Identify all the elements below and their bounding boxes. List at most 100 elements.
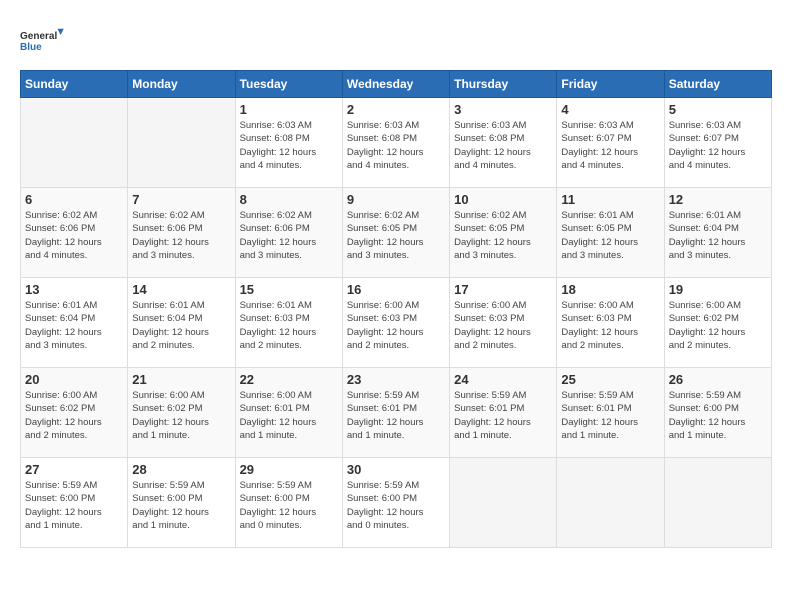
day-number: 14 (132, 282, 230, 297)
logo: GeneralBlue (20, 20, 70, 60)
day-info: Sunrise: 6:01 AM Sunset: 6:04 PM Dayligh… (25, 299, 123, 352)
day-number: 7 (132, 192, 230, 207)
day-header-monday: Monday (128, 71, 235, 98)
day-number: 15 (240, 282, 338, 297)
day-number: 28 (132, 462, 230, 477)
day-number: 10 (454, 192, 552, 207)
day-number: 26 (669, 372, 767, 387)
day-info: Sunrise: 6:00 AM Sunset: 6:03 PM Dayligh… (454, 299, 552, 352)
calendar-cell: 11 Sunrise: 6:01 AM Sunset: 6:05 PM Dayli… (557, 188, 664, 278)
calendar-cell: 25 Sunrise: 5:59 AM Sunset: 6:01 PM Dayli… (557, 368, 664, 458)
day-number: 30 (347, 462, 445, 477)
calendar-cell: 13Sunrise: 6:01 AM Sunset: 6:04 PM Dayli… (21, 278, 128, 368)
calendar-cell: 30 Sunrise: 5:59 AM Sunset: 6:00 PM Dayli… (342, 458, 449, 548)
day-header-sunday: Sunday (21, 71, 128, 98)
header-row: SundayMondayTuesdayWednesdayThursdayFrid… (21, 71, 772, 98)
calendar-cell: 2Sunrise: 6:03 AM Sunset: 6:08 PM Daylig… (342, 98, 449, 188)
calendar-cell: 5 Sunrise: 6:03 AM Sunset: 6:07 PM Daylig… (664, 98, 771, 188)
calendar-cell: 20Sunrise: 6:00 AM Sunset: 6:02 PM Dayli… (21, 368, 128, 458)
day-info: Sunrise: 6:02 AM Sunset: 6:06 PM Dayligh… (25, 209, 123, 262)
day-number: 25 (561, 372, 659, 387)
day-info: Sunrise: 5:59 AM Sunset: 6:00 PM Dayligh… (132, 479, 230, 532)
day-number: 21 (132, 372, 230, 387)
week-row-3: 13Sunrise: 6:01 AM Sunset: 6:04 PM Dayli… (21, 278, 772, 368)
day-number: 1 (240, 102, 338, 117)
calendar-cell: 9 Sunrise: 6:02 AM Sunset: 6:05 PM Daylig… (342, 188, 449, 278)
calendar-cell (128, 98, 235, 188)
day-number: 4 (561, 102, 659, 117)
calendar-cell: 6 Sunrise: 6:02 AM Sunset: 6:06 PM Daylig… (21, 188, 128, 278)
day-number: 3 (454, 102, 552, 117)
calendar-cell: 28 Sunrise: 5:59 AM Sunset: 6:00 PM Dayli… (128, 458, 235, 548)
week-row-2: 6 Sunrise: 6:02 AM Sunset: 6:06 PM Daylig… (21, 188, 772, 278)
day-info: Sunrise: 6:00 AM Sunset: 6:03 PM Dayligh… (561, 299, 659, 352)
calendar-cell: 12 Sunrise: 6:01 AM Sunset: 6:04 PM Dayli… (664, 188, 771, 278)
calendar-cell: 1 Sunrise: 6:03 AM Sunset: 6:08 PM Daylig… (235, 98, 342, 188)
day-info: Sunrise: 6:03 AM Sunset: 6:08 PM Dayligh… (454, 119, 552, 172)
day-header-tuesday: Tuesday (235, 71, 342, 98)
day-info: Sunrise: 6:02 AM Sunset: 6:06 PM Dayligh… (132, 209, 230, 262)
day-info: Sunrise: 6:03 AM Sunset: 6:07 PM Dayligh… (669, 119, 767, 172)
day-info: Sunrise: 6:01 AM Sunset: 6:05 PM Dayligh… (561, 209, 659, 262)
day-info: Sunrise: 6:01 AM Sunset: 6:04 PM Dayligh… (669, 209, 767, 262)
day-info: Sunrise: 5:59 AM Sunset: 6:00 PM Dayligh… (669, 389, 767, 442)
calendar-cell: 7 Sunrise: 6:02 AM Sunset: 6:06 PM Daylig… (128, 188, 235, 278)
day-number: 9 (347, 192, 445, 207)
day-info: Sunrise: 5:59 AM Sunset: 6:01 PM Dayligh… (454, 389, 552, 442)
calendar-cell: 10 Sunrise: 6:02 AM Sunset: 6:05 PM Dayli… (450, 188, 557, 278)
day-info: Sunrise: 5:59 AM Sunset: 6:01 PM Dayligh… (561, 389, 659, 442)
calendar-cell: 14 Sunrise: 6:01 AM Sunset: 6:04 PM Dayli… (128, 278, 235, 368)
day-info: Sunrise: 6:00 AM Sunset: 6:02 PM Dayligh… (669, 299, 767, 352)
calendar-cell (557, 458, 664, 548)
day-info: Sunrise: 5:59 AM Sunset: 6:00 PM Dayligh… (240, 479, 338, 532)
week-row-1: 1 Sunrise: 6:03 AM Sunset: 6:08 PM Daylig… (21, 98, 772, 188)
day-info: Sunrise: 6:03 AM Sunset: 6:08 PM Dayligh… (347, 119, 445, 172)
day-number: 12 (669, 192, 767, 207)
day-info: Sunrise: 6:03 AM Sunset: 6:07 PM Dayligh… (561, 119, 659, 172)
day-number: 6 (25, 192, 123, 207)
calendar-cell: 23Sunrise: 5:59 AM Sunset: 6:01 PM Dayli… (342, 368, 449, 458)
day-number: 8 (240, 192, 338, 207)
calendar-cell: 19 Sunrise: 6:00 AM Sunset: 6:02 PM Dayli… (664, 278, 771, 368)
day-info: Sunrise: 6:01 AM Sunset: 6:03 PM Dayligh… (240, 299, 338, 352)
day-number: 24 (454, 372, 552, 387)
calendar-cell: 17 Sunrise: 6:00 AM Sunset: 6:03 PM Dayli… (450, 278, 557, 368)
calendar-table: SundayMondayTuesdayWednesdayThursdayFrid… (20, 70, 772, 548)
day-info: Sunrise: 6:02 AM Sunset: 6:05 PM Dayligh… (454, 209, 552, 262)
day-info: Sunrise: 6:00 AM Sunset: 6:02 PM Dayligh… (132, 389, 230, 442)
day-info: Sunrise: 6:02 AM Sunset: 6:05 PM Dayligh… (347, 209, 445, 262)
calendar-cell: 3 Sunrise: 6:03 AM Sunset: 6:08 PM Daylig… (450, 98, 557, 188)
calendar-cell: 29 Sunrise: 5:59 AM Sunset: 6:00 PM Dayli… (235, 458, 342, 548)
calendar-cell: 16Sunrise: 6:00 AM Sunset: 6:03 PM Dayli… (342, 278, 449, 368)
svg-text:General: General (20, 31, 57, 42)
calendar-cell: 4 Sunrise: 6:03 AM Sunset: 6:07 PM Daylig… (557, 98, 664, 188)
day-number: 17 (454, 282, 552, 297)
calendar-cell (21, 98, 128, 188)
day-number: 11 (561, 192, 659, 207)
day-number: 18 (561, 282, 659, 297)
logo-svg: GeneralBlue (20, 20, 70, 60)
week-row-5: 27Sunrise: 5:59 AM Sunset: 6:00 PM Dayli… (21, 458, 772, 548)
day-number: 22 (240, 372, 338, 387)
calendar-cell: 18 Sunrise: 6:00 AM Sunset: 6:03 PM Dayli… (557, 278, 664, 368)
calendar-cell: 27Sunrise: 5:59 AM Sunset: 6:00 PM Dayli… (21, 458, 128, 548)
day-info: Sunrise: 6:01 AM Sunset: 6:04 PM Dayligh… (132, 299, 230, 352)
day-number: 23 (347, 372, 445, 387)
day-number: 20 (25, 372, 123, 387)
day-number: 19 (669, 282, 767, 297)
calendar-cell: 21 Sunrise: 6:00 AM Sunset: 6:02 PM Dayli… (128, 368, 235, 458)
calendar-header: SundayMondayTuesdayWednesdayThursdayFrid… (21, 71, 772, 98)
day-info: Sunrise: 6:00 AM Sunset: 6:03 PM Dayligh… (347, 299, 445, 352)
calendar-cell: 22 Sunrise: 6:00 AM Sunset: 6:01 PM Dayli… (235, 368, 342, 458)
calendar-cell (450, 458, 557, 548)
day-header-wednesday: Wednesday (342, 71, 449, 98)
day-number: 5 (669, 102, 767, 117)
calendar-cell: 24 Sunrise: 5:59 AM Sunset: 6:01 PM Dayli… (450, 368, 557, 458)
day-number: 29 (240, 462, 338, 477)
day-info: Sunrise: 6:03 AM Sunset: 6:08 PM Dayligh… (240, 119, 338, 172)
day-info: Sunrise: 6:00 AM Sunset: 6:01 PM Dayligh… (240, 389, 338, 442)
svg-text:Blue: Blue (20, 42, 42, 53)
page-header: GeneralBlue (20, 20, 772, 60)
day-info: Sunrise: 5:59 AM Sunset: 6:00 PM Dayligh… (347, 479, 445, 532)
calendar-cell (664, 458, 771, 548)
